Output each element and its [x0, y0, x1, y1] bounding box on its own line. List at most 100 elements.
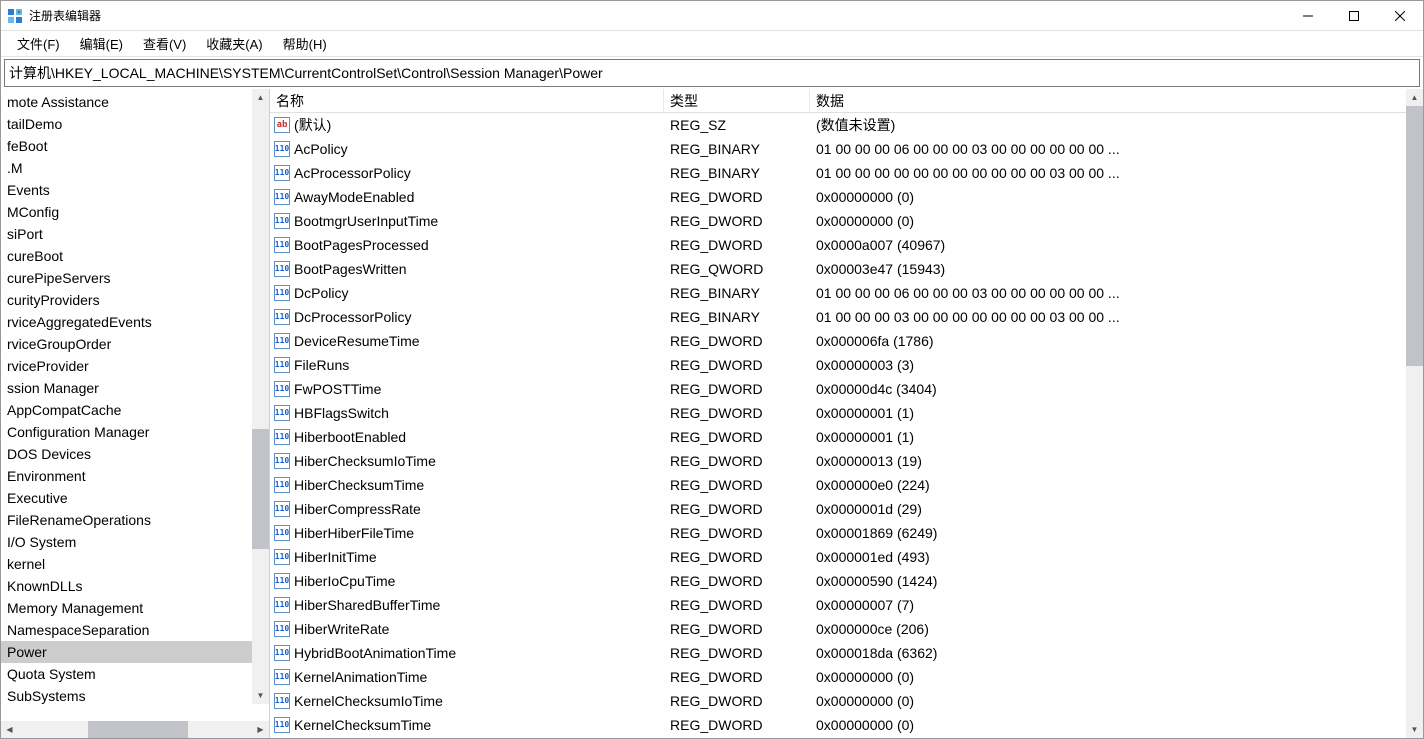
value-name-cell: 110HiberWriteRate — [270, 621, 664, 637]
value-type: REG_DWORD — [664, 621, 810, 637]
minimize-button[interactable] — [1285, 1, 1331, 31]
value-name-cell: 110HiberSharedBufferTime — [270, 597, 664, 613]
tree-item[interactable]: FileRenameOperations — [1, 509, 269, 531]
tree-item[interactable]: feBoot — [1, 135, 269, 157]
tree-item[interactable]: Configuration Manager — [1, 421, 269, 443]
value-row[interactable]: 110FileRunsREG_DWORD0x00000003 (3) — [270, 353, 1423, 377]
value-data: 0x00001869 (6249) — [810, 525, 1423, 541]
value-name-cell: 110KernelAnimationTime — [270, 669, 664, 685]
tree-item[interactable]: mote Assistance — [1, 91, 269, 113]
value-row[interactable]: 110DeviceResumeTimeREG_DWORD0x000006fa (… — [270, 329, 1423, 353]
scroll-thumb[interactable] — [252, 429, 269, 549]
menu-file[interactable]: 文件(F) — [9, 31, 68, 56]
scroll-down-icon[interactable]: ▼ — [1406, 721, 1423, 738]
tree-item[interactable]: .M — [1, 157, 269, 179]
value-row[interactable]: 110HybridBootAnimationTimeREG_DWORD0x000… — [270, 641, 1423, 665]
scroll-right-icon[interactable]: ▶ — [252, 721, 269, 738]
tree-item[interactable]: siPort — [1, 223, 269, 245]
tree-item[interactable]: Memory Management — [1, 597, 269, 619]
value-type: REG_QWORD — [664, 261, 810, 277]
value-row[interactable]: 110HiberCompressRateREG_DWORD0x0000001d … — [270, 497, 1423, 521]
value-row[interactable]: 110HiberSharedBufferTimeREG_DWORD0x00000… — [270, 593, 1423, 617]
value-name-cell: 110HiberChecksumIoTime — [270, 453, 664, 469]
tree-item[interactable]: AppCompatCache — [1, 399, 269, 421]
menu-view[interactable]: 查看(V) — [135, 31, 194, 56]
value-row[interactable]: 110HiberIoCpuTimeREG_DWORD0x00000590 (14… — [270, 569, 1423, 593]
menu-help[interactable]: 帮助(H) — [275, 31, 335, 56]
tree-item[interactable]: Power — [1, 641, 269, 663]
value-row[interactable]: 110BootPagesProcessedREG_DWORD0x0000a007… — [270, 233, 1423, 257]
value-name: AwayModeEnabled — [294, 189, 414, 205]
value-row[interactable]: 110HBFlagsSwitchREG_DWORD0x00000001 (1) — [270, 401, 1423, 425]
scroll-down-icon[interactable]: ▼ — [252, 687, 269, 704]
tree-item[interactable]: Environment — [1, 465, 269, 487]
tree-item[interactable]: curityProviders — [1, 289, 269, 311]
value-type: REG_DWORD — [664, 693, 810, 709]
scroll-up-icon[interactable]: ▲ — [252, 89, 269, 106]
value-row[interactable]: 110HiberbootEnabledREG_DWORD0x00000001 (… — [270, 425, 1423, 449]
value-row[interactable]: ab(默认)REG_SZ(数值未设置) — [270, 113, 1423, 137]
value-row[interactable]: 110HiberInitTimeREG_DWORD0x000001ed (493… — [270, 545, 1423, 569]
value-row[interactable]: 110DcProcessorPolicyREG_BINARY01 00 00 0… — [270, 305, 1423, 329]
value-row[interactable]: 110HiberChecksumIoTimeREG_DWORD0x0000001… — [270, 449, 1423, 473]
list-vertical-scrollbar[interactable]: ▲ ▼ — [1406, 89, 1423, 738]
value-row[interactable]: 110AcProcessorPolicyREG_BINARY01 00 00 0… — [270, 161, 1423, 185]
tree-item[interactable]: Executive — [1, 487, 269, 509]
tree-item[interactable]: ssion Manager — [1, 377, 269, 399]
value-row[interactable]: 110KernelChecksumTimeREG_DWORD0x00000000… — [270, 713, 1423, 737]
tree-item[interactable]: rviceGroupOrder — [1, 333, 269, 355]
value-name-cell: 110KernelChecksumIoTime — [270, 693, 664, 709]
tree-item[interactable]: Quota System — [1, 663, 269, 685]
value-name-cell: 110HybridBootAnimationTime — [270, 645, 664, 661]
tree-item[interactable]: rviceProvider — [1, 355, 269, 377]
tree-item[interactable]: NamespaceSeparation — [1, 619, 269, 641]
value-name: KernelChecksumIoTime — [294, 693, 443, 709]
column-name[interactable]: 名称 — [270, 89, 664, 112]
value-row[interactable]: 110DcPolicyREG_BINARY01 00 00 00 06 00 0… — [270, 281, 1423, 305]
value-type: REG_DWORD — [664, 597, 810, 613]
menu-favorites[interactable]: 收藏夹(A) — [198, 31, 270, 56]
tree-item[interactable]: I/O System — [1, 531, 269, 553]
close-button[interactable] — [1377, 1, 1423, 31]
value-row[interactable]: 110HiberChecksumTimeREG_DWORD0x000000e0 … — [270, 473, 1423, 497]
menubar: 文件(F) 编辑(E) 查看(V) 收藏夹(A) 帮助(H) — [1, 31, 1423, 57]
value-row[interactable]: 110AwayModeEnabledREG_DWORD0x00000000 (0… — [270, 185, 1423, 209]
tree-item[interactable]: curePipeServers — [1, 267, 269, 289]
tree-vertical-scrollbar[interactable]: ▲ ▼ — [252, 89, 269, 704]
tree-list: mote AssistancetailDemofeBoot.MEventsMCo… — [1, 89, 269, 707]
value-name: DeviceResumeTime — [294, 333, 420, 349]
value-type: REG_SZ — [664, 117, 810, 133]
binary-value-icon: 110 — [274, 717, 290, 733]
tree-item[interactable]: SubSystems — [1, 685, 269, 707]
value-row[interactable]: 110KernelAnimationTimeREG_DWORD0x0000000… — [270, 665, 1423, 689]
value-row[interactable]: 110FwPOSTTimeREG_DWORD0x00000d4c (3404) — [270, 377, 1423, 401]
maximize-button[interactable] — [1331, 1, 1377, 31]
column-data[interactable]: 数据 — [810, 89, 1423, 112]
value-row[interactable]: 110BootmgrUserInputTimeREG_DWORD0x000000… — [270, 209, 1423, 233]
binary-value-icon: 110 — [274, 189, 290, 205]
tree-item[interactable]: tailDemo — [1, 113, 269, 135]
tree-item[interactable]: rviceAggregatedEvents — [1, 311, 269, 333]
addressbar[interactable]: 计算机\HKEY_LOCAL_MACHINE\SYSTEM\CurrentCon… — [4, 59, 1420, 87]
value-row[interactable]: 110HiberWriteRateREG_DWORD0x000000ce (20… — [270, 617, 1423, 641]
scroll-left-icon[interactable]: ◀ — [1, 721, 18, 738]
value-row[interactable]: 110AcPolicyREG_BINARY01 00 00 00 06 00 0… — [270, 137, 1423, 161]
tree-item[interactable]: kernel — [1, 553, 269, 575]
tree-item[interactable]: cureBoot — [1, 245, 269, 267]
scroll-up-icon[interactable]: ▲ — [1406, 89, 1423, 106]
tree-item[interactable]: MConfig — [1, 201, 269, 223]
tree-item[interactable]: KnownDLLs — [1, 575, 269, 597]
value-type: REG_DWORD — [664, 549, 810, 565]
column-type[interactable]: 类型 — [664, 89, 810, 112]
scroll-thumb-h[interactable] — [88, 721, 188, 738]
value-row[interactable]: 110HiberHiberFileTimeREG_DWORD0x00001869… — [270, 521, 1423, 545]
scroll-thumb[interactable] — [1406, 106, 1423, 366]
menu-edit[interactable]: 编辑(E) — [72, 31, 131, 56]
value-row[interactable]: 110BootPagesWrittenREG_QWORD0x00003e47 (… — [270, 257, 1423, 281]
tree-item[interactable]: DOS Devices — [1, 443, 269, 465]
value-type: REG_DWORD — [664, 405, 810, 421]
tree-horizontal-scrollbar[interactable]: ◀ ▶ — [1, 721, 269, 738]
value-row[interactable]: 110KernelChecksumIoTimeREG_DWORD0x000000… — [270, 689, 1423, 713]
binary-value-icon: 110 — [274, 669, 290, 685]
tree-item[interactable]: Events — [1, 179, 269, 201]
